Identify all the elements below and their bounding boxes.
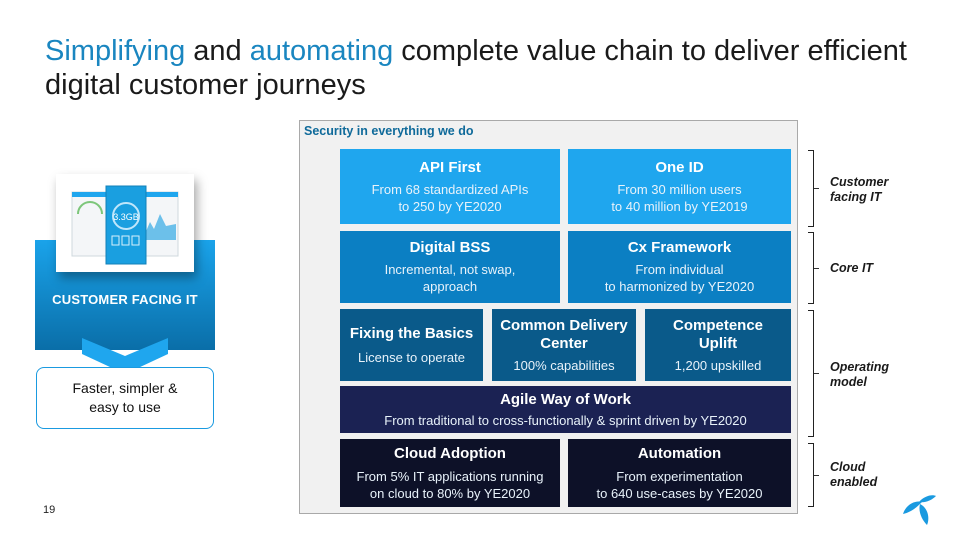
box-heading: Fixing the Basics bbox=[349, 324, 474, 342]
box-subtext: 100% capabilities bbox=[513, 357, 615, 373]
box-heading: Digital BSS bbox=[409, 239, 491, 256]
app-screenshots-image: 3.3GB bbox=[56, 174, 194, 272]
bracket-tick bbox=[814, 475, 819, 476]
box-subtext: From individual to harmonized by YE2020 bbox=[604, 262, 755, 294]
box-heading: Cloud Adoption bbox=[394, 444, 506, 462]
box-common-delivery-center: Common Delivery Center 100% capabilities bbox=[492, 309, 636, 381]
box-heading: API First bbox=[419, 158, 481, 176]
app-data-readout: 3.3GB bbox=[113, 212, 139, 222]
bracket-tick bbox=[814, 188, 819, 189]
outcome-box: Faster, simpler & easy to use bbox=[36, 367, 214, 429]
box-heading: Agile Way of Work bbox=[500, 390, 631, 408]
box-cloud-adoption: Cloud Adoption From 5% IT applications r… bbox=[340, 439, 560, 507]
box-subtext: From 30 million users to 40 million by Y… bbox=[611, 181, 748, 214]
box-heading: Automation bbox=[637, 444, 722, 462]
bracket-tick bbox=[814, 373, 819, 374]
box-subtext: From experimentation to 640 use-cases by… bbox=[596, 468, 763, 501]
bracket-tick bbox=[814, 268, 819, 269]
box-heading: Common Delivery Center bbox=[500, 316, 628, 352]
box-subtext: Incremental, not swap, approach bbox=[384, 262, 516, 294]
box-competence-uplift: Competence Uplift 1,200 upskilled bbox=[645, 309, 791, 381]
slide-title: Simplifying and automating complete valu… bbox=[45, 34, 945, 102]
label-customer-facing-it: Customer facing IT bbox=[830, 175, 889, 204]
label-cloud-enabled: Cloud enabled bbox=[830, 460, 878, 489]
box-cx-framework: Cx Framework From individual to harmoniz… bbox=[568, 231, 791, 303]
box-subtext: License to operate bbox=[358, 349, 465, 365]
box-subtext: From 5% IT applications running on cloud… bbox=[356, 468, 544, 501]
phone-mockups-icon: 3.3GB bbox=[71, 185, 179, 265]
box-subtext: 1,200 upskilled bbox=[674, 357, 762, 373]
telenor-logo-icon bbox=[903, 495, 936, 525]
box-heading: Competence Uplift bbox=[672, 316, 764, 352]
box-subtext: From 68 standardized APIs to 250 by YE20… bbox=[371, 181, 529, 214]
box-heading: One ID bbox=[655, 158, 704, 176]
customer-facing-it-label: CUSTOMER FACING IT bbox=[52, 292, 198, 307]
box-api-first: API First From 68 standardized APIs to 2… bbox=[340, 149, 560, 224]
panel-label: Security in everything we do bbox=[304, 124, 474, 138]
label-operating-model: Operating model bbox=[830, 360, 890, 389]
title-text-1: and bbox=[185, 35, 250, 67]
box-one-id: One ID From 30 million users to 40 milli… bbox=[568, 149, 791, 224]
box-digital-bss: Digital BSS Incremental, not swap, appro… bbox=[340, 231, 560, 303]
label-core-it: Core IT bbox=[830, 261, 874, 275]
page-number: 19 bbox=[43, 504, 56, 516]
box-heading: Cx Framework bbox=[627, 239, 732, 256]
box-fixing-basics: Fixing the Basics License to operate bbox=[340, 309, 483, 381]
box-agile-way-of-work: Agile Way of Work From traditional to cr… bbox=[340, 386, 791, 433]
box-automation: Automation From experimentation to 640 u… bbox=[568, 439, 791, 507]
box-subtext: From traditional to cross-functionally &… bbox=[384, 412, 747, 428]
title-highlight-automating: automating bbox=[249, 35, 394, 67]
outcome-text: Faster, simpler & easy to use bbox=[72, 380, 178, 415]
title-highlight-simplifying: Simplifying bbox=[45, 35, 186, 67]
